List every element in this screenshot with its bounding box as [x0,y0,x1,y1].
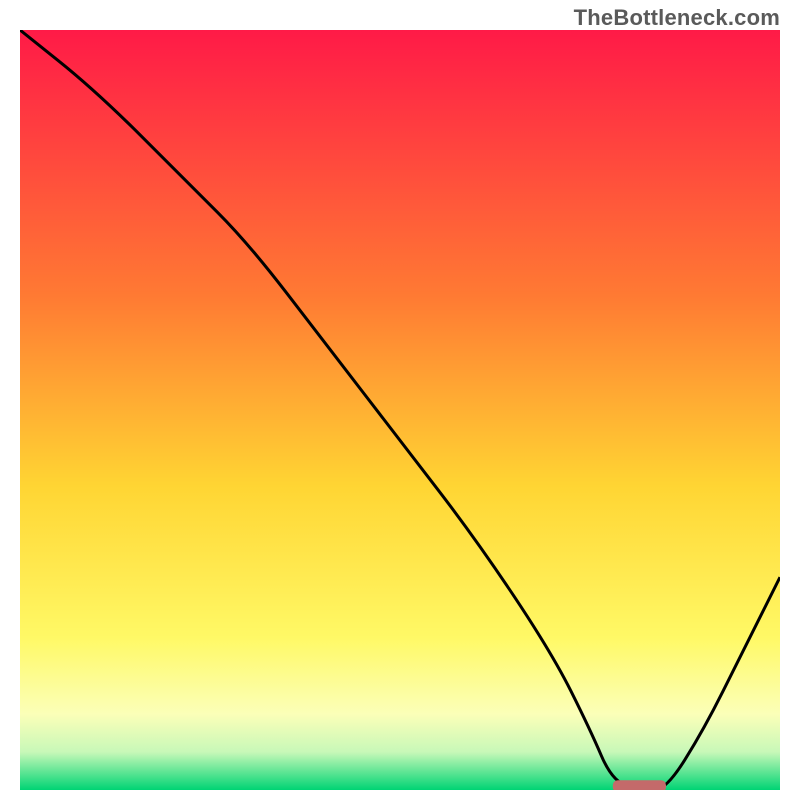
bottleneck-chart [20,30,780,790]
plot-area [20,30,780,790]
watermark-label: TheBottleneck.com [574,5,780,31]
gradient-background [20,30,780,790]
optimum-marker [613,780,666,790]
chart-frame: TheBottleneck.com [0,0,800,800]
